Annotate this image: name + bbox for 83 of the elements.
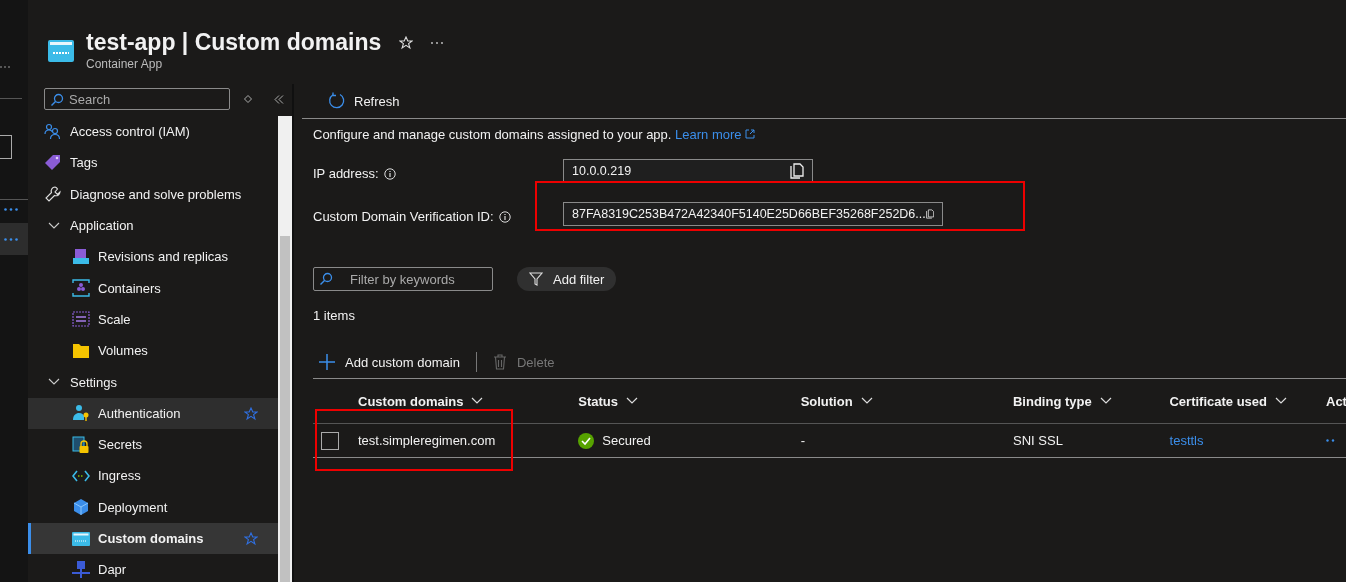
- star-icon[interactable]: [244, 406, 258, 421]
- more-icon[interactable]: [1326, 439, 1337, 442]
- add-button[interactable]: Add custom domain: [313, 354, 466, 370]
- filter-field[interactable]: Filter by keywords: [313, 267, 493, 291]
- tag-icon: [44, 153, 62, 172]
- lock-icon: [72, 435, 90, 454]
- column-header[interactable]: Certificate used: [1169, 393, 1326, 409]
- certificate-link[interactable]: testtls: [1169, 433, 1204, 448]
- learn-more-link[interactable]: Learn more: [675, 127, 756, 142]
- field-label: Custom Domain Verification ID:: [313, 209, 494, 224]
- scrollbar[interactable]: [278, 116, 292, 582]
- info-icon[interactable]: [498, 210, 511, 223]
- sort-icon[interactable]: [244, 95, 252, 103]
- item-count: 1 items: [313, 308, 356, 324]
- table-cell: Secured: [602, 433, 651, 448]
- nav-item[interactable]: Dapr: [28, 554, 278, 582]
- www-icon: [72, 531, 90, 546]
- nav-item[interactable]: Custom domains: [28, 522, 278, 555]
- nav-item[interactable]: Containers: [28, 272, 278, 304]
- nav-item[interactable]: Revisions and replicas: [28, 241, 278, 273]
- folder-icon: [72, 341, 90, 360]
- field-label: IP address:: [313, 166, 379, 181]
- chevron-icon: [626, 397, 639, 405]
- column-header[interactable]: Status: [578, 393, 801, 409]
- column-header[interactable]: Custom domains: [358, 393, 579, 409]
- chevron-icon: [48, 221, 60, 230]
- nav-item[interactable]: Diagnose and solve problems: [28, 178, 278, 210]
- copy-icon[interactable]: [790, 163, 804, 179]
- refresh-button[interactable]: Refresh: [328, 92, 400, 110]
- column-header[interactable]: Act: [1326, 393, 1346, 409]
- info-icon[interactable]: [383, 167, 396, 180]
- user-key-icon: [72, 404, 90, 423]
- nav-group[interactable]: Application: [28, 209, 278, 242]
- cube-icon: [72, 498, 90, 517]
- nav-group[interactable]: Settings: [28, 366, 278, 398]
- people-icon: [44, 122, 62, 141]
- nav-item[interactable]: Deployment: [28, 491, 278, 523]
- page-title: test-app | Custom domains: [86, 29, 382, 56]
- search-icon: [319, 272, 333, 286]
- search-field[interactable]: Search: [44, 88, 230, 110]
- trash-icon: [492, 354, 507, 370]
- description-text: Configure and manage custom domains assigned to your app. Learn more: [313, 127, 1346, 142]
- nav-item[interactable]: Ingress: [28, 460, 278, 492]
- chevron-icon: [860, 397, 873, 405]
- table-cell: test.simpleregimen.com: [358, 433, 496, 448]
- refresh-icon: [328, 92, 346, 110]
- input-field[interactable]: [0, 135, 12, 159]
- column-header[interactable]: Solution: [800, 393, 1013, 409]
- wrench-icon: [44, 185, 62, 204]
- collapse-icon[interactable]: [274, 94, 284, 104]
- nav-item[interactable]: Volumes: [28, 335, 278, 367]
- chevron-icon: [1099, 397, 1112, 405]
- nav-item[interactable]: Scale: [28, 303, 278, 336]
- stacked-squares-icon: [72, 247, 90, 266]
- network-icon: [72, 560, 90, 579]
- page-subtitle: Container App: [86, 57, 163, 71]
- containers-icon: [72, 279, 90, 298]
- copy-icon[interactable]: [925, 206, 934, 222]
- more-icon[interactable]: [431, 41, 444, 44]
- nav-item[interactable]: Secrets: [28, 428, 278, 461]
- plus-icon: [319, 354, 335, 370]
- read-only-field[interactable]: 87FA8319C253B472A42340F5140E25D66BEF35268F252D6...: [563, 202, 943, 226]
- add-filter-button[interactable]: Add filter: [517, 267, 617, 291]
- chevron-icon: [48, 378, 60, 386]
- filter-icon: [529, 272, 543, 286]
- chevron-icon: [471, 397, 484, 405]
- search-icon: [50, 93, 64, 107]
- column-header[interactable]: Binding type: [1012, 393, 1170, 409]
- checkbox[interactable]: [321, 431, 339, 450]
- www-icon: [48, 40, 74, 62]
- more-icon[interactable]: [4, 208, 18, 211]
- star-icon[interactable]: [244, 531, 258, 546]
- chevron-icon: [1275, 397, 1288, 405]
- read-only-field[interactable]: 10.0.0.219: [563, 159, 813, 183]
- more-icon[interactable]: [4, 237, 18, 241]
- table-cell: SNI SSL: [1013, 433, 1063, 448]
- check-circle-icon: [578, 432, 595, 449]
- nav-item[interactable]: Access control (IAM): [28, 116, 278, 148]
- table-cell: -: [800, 433, 805, 448]
- nav-item[interactable]: Authentication: [28, 397, 278, 429]
- scale-icon: [72, 310, 90, 329]
- external-link-icon: [745, 129, 756, 139]
- nav-item[interactable]: Tags: [28, 147, 278, 179]
